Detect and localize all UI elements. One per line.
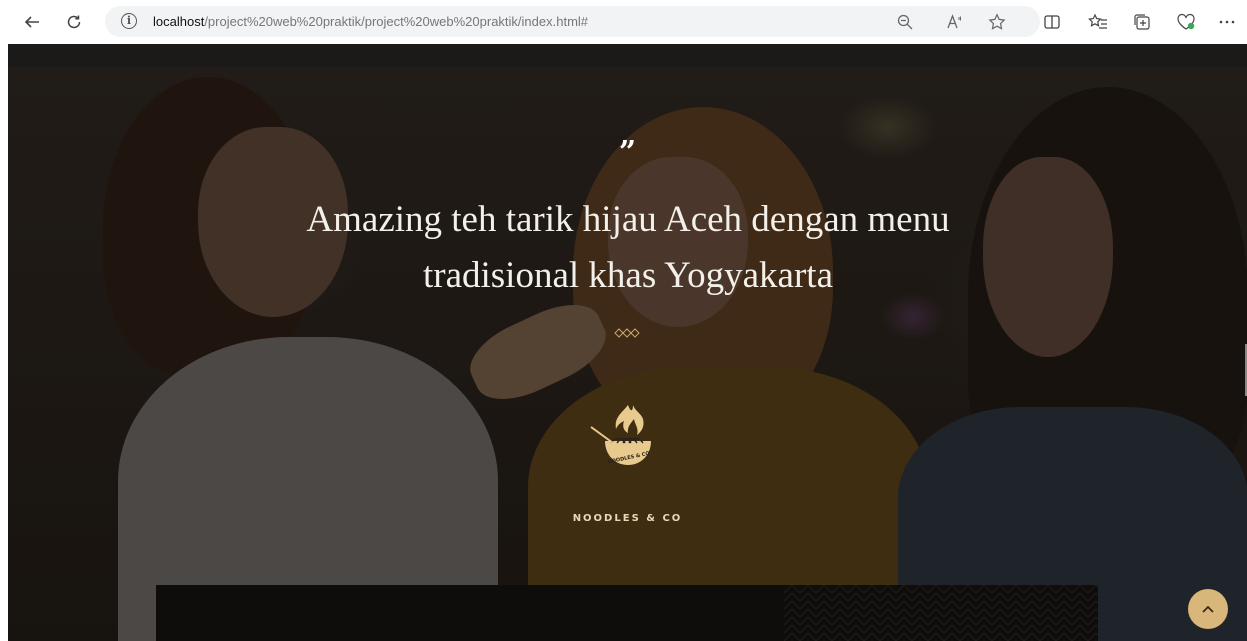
brand-name: NOODLES & CO [572, 513, 683, 524]
url-path: /project%20web%20praktik/project%20web%2… [204, 14, 589, 29]
favorites-icon[interactable] [1086, 10, 1110, 34]
back-arrow-icon[interactable] [20, 10, 44, 34]
divider-ornament-icon [614, 328, 640, 338]
site-header [8, 44, 1247, 67]
info-icon[interactable]: i [121, 13, 137, 29]
read-aloud-icon[interactable] [945, 12, 965, 32]
noodles-logo: NOODLES & CO [590, 405, 651, 465]
quote-mark: ” [618, 135, 637, 170]
star-icon[interactable] [987, 12, 1007, 32]
chevron-up-icon [1202, 605, 1214, 613]
bottom-section-panel [156, 585, 1098, 641]
split-screen-icon[interactable] [1040, 10, 1064, 34]
browser-essentials-icon[interactable] [1174, 10, 1198, 34]
headline-line-2: tradisional khas Yogyakarta [422, 255, 834, 296]
headline-line-1: Amazing teh tarik hijau Aceh dengan menu [306, 199, 950, 240]
hero-headline: Amazing teh tarik hijau Aceh dengan menu… [228, 192, 1028, 304]
url-host: localhost [153, 14, 205, 29]
hero-section: ” Amazing teh tarik hijau Aceh dengan me… [8, 67, 1247, 641]
address-bar[interactable]: i localhost/project%20web%20praktik/proj… [105, 6, 1040, 37]
refresh-icon[interactable] [62, 10, 86, 34]
decorative-pattern [784, 585, 1098, 641]
zoom-out-icon[interactable] [895, 12, 915, 32]
collections-icon[interactable] [1130, 10, 1154, 34]
browser-toolbar: i localhost/project%20web%20praktik/proj… [0, 0, 1247, 44]
page-viewport: ” Amazing teh tarik hijau Aceh dengan me… [8, 44, 1247, 641]
scroll-to-top-button[interactable] [1188, 589, 1228, 629]
url-text[interactable]: localhost/project%20web%20praktik/projec… [153, 14, 588, 29]
more-icon[interactable] [1215, 10, 1239, 34]
